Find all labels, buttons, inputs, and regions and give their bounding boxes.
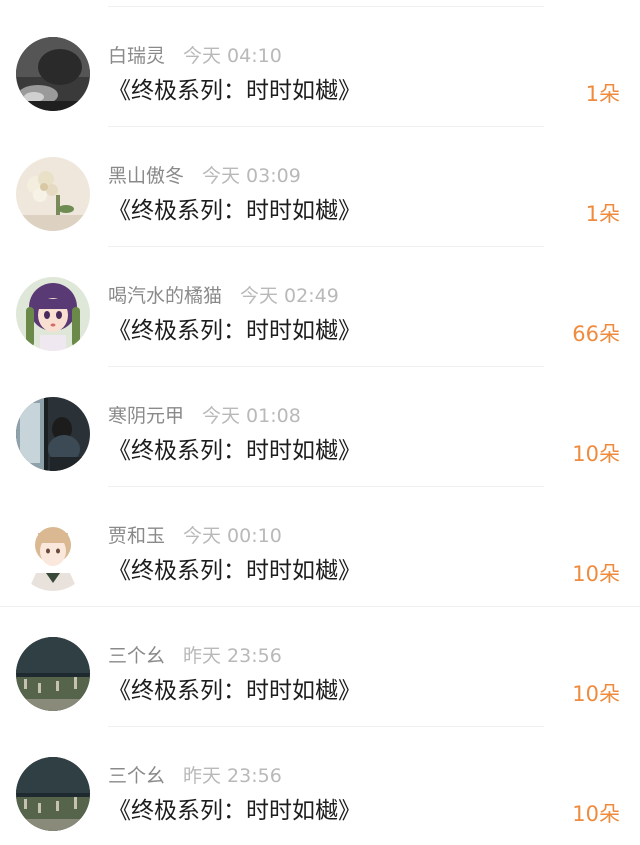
avatar[interactable] <box>16 277 90 351</box>
username[interactable]: 三个幺 <box>108 765 165 787</box>
list-item[interactable]: 三个幺 昨天 23:56 《终极系列：时时如樾》 10朵 <box>0 607 640 727</box>
avatar[interactable] <box>16 37 90 111</box>
work-title[interactable]: 《终极系列：时时如樾》 <box>108 73 361 109</box>
list-item[interactable]: 寒阴元甲 今天 01:08 《终极系列：时时如樾》 10朵 <box>0 367 640 487</box>
field-scene-avatar-icon <box>16 757 90 831</box>
timestamp: 昨天 23:56 <box>183 765 282 787</box>
timestamp: 今天 02:49 <box>240 285 339 307</box>
work-title[interactable]: 《终极系列：时时如樾》 <box>108 433 361 469</box>
list-item[interactable]: 三个幺 昨天 23:56 《终极系列：时时如樾》 10朵 <box>0 727 640 845</box>
username[interactable]: 白瑞灵 <box>108 45 165 67</box>
anime-girl-avatar-icon <box>16 277 90 351</box>
window-girl-avatar-icon <box>16 397 90 471</box>
list-item[interactable]: 喝汽水的橘猫 今天 02:49 《终极系列：时时如樾》 66朵 <box>0 247 640 367</box>
work-title[interactable]: 《终极系列：时时如樾》 <box>108 193 361 229</box>
flower-count: 1朵 <box>585 202 620 226</box>
list-item[interactable]: 贾和玉 今天 00:10 《终极系列：时时如樾》 10朵 <box>0 487 640 607</box>
flower-count: 10朵 <box>572 802 620 826</box>
username[interactable]: 黑山傲冬 <box>108 165 184 187</box>
timestamp: 今天 00:10 <box>183 525 282 547</box>
list-item[interactable]: 白瑞灵 今天 04:10 《终极系列：时时如樾》 1朵 <box>0 7 640 127</box>
avatar[interactable] <box>16 517 90 591</box>
avatar[interactable] <box>16 157 90 231</box>
list-item[interactable]: 黑山傲冬 今天 03:09 《终极系列：时时如樾》 1朵 <box>0 127 640 247</box>
work-title[interactable]: 《终极系列：时时如樾》 <box>108 793 361 829</box>
anime-boy-avatar-icon <box>16 517 90 591</box>
flower-count: 10朵 <box>572 562 620 586</box>
field-scene-avatar-icon <box>16 637 90 711</box>
work-title[interactable]: 《终极系列：时时如樾》 <box>108 553 361 589</box>
flower-count: 10朵 <box>572 442 620 466</box>
username[interactable]: 喝汽水的橘猫 <box>108 285 222 307</box>
avatar[interactable] <box>16 757 90 831</box>
dark-portrait-avatar-icon <box>16 37 90 111</box>
work-title[interactable]: 《终极系列：时时如樾》 <box>108 673 361 709</box>
flower-count: 66朵 <box>572 322 620 346</box>
username[interactable]: 贾和玉 <box>108 525 165 547</box>
flowers-avatar-icon <box>16 157 90 231</box>
gift-record-list: 白瑞灵 今天 04:10 《终极系列：时时如樾》 1朵 黑山傲冬 今天 03:09 … <box>0 0 640 845</box>
username[interactable]: 寒阴元甲 <box>108 405 184 427</box>
avatar[interactable] <box>16 397 90 471</box>
flower-count: 10朵 <box>572 682 620 706</box>
avatar[interactable] <box>16 637 90 711</box>
timestamp: 今天 03:09 <box>202 165 301 187</box>
username[interactable]: 三个幺 <box>108 645 165 667</box>
timestamp: 今天 04:10 <box>183 45 282 67</box>
work-title[interactable]: 《终极系列：时时如樾》 <box>108 313 361 349</box>
timestamp: 今天 01:08 <box>202 405 301 427</box>
timestamp: 昨天 23:56 <box>183 645 282 667</box>
flower-count: 1朵 <box>585 82 620 106</box>
